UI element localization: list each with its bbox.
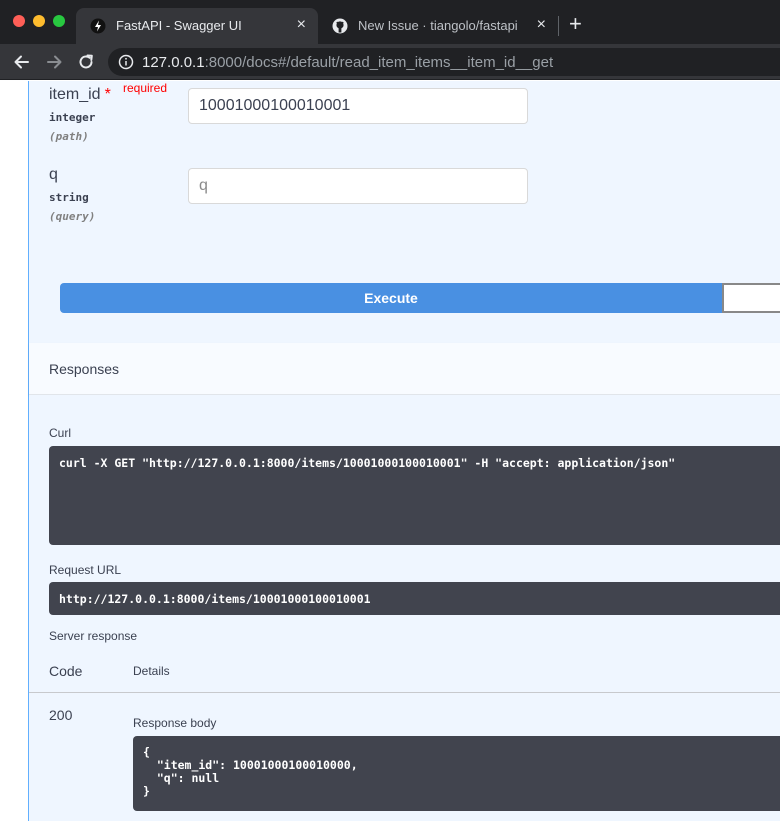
swagger-page: item_id* required integer (path) q strin… <box>0 81 780 821</box>
close-window-button[interactable] <box>13 15 25 27</box>
code-column-header: Code <box>49 663 83 679</box>
operation-block: item_id* required integer (path) q strin… <box>28 81 780 821</box>
param-name-item-id: item_id * required <box>49 81 167 104</box>
execute-button[interactable]: Execute <box>60 283 722 313</box>
item-id-input[interactable] <box>188 88 528 124</box>
minimize-window-button[interactable] <box>33 15 45 27</box>
responses-header: Responses <box>29 343 780 395</box>
param-type-item-id: integer <box>49 111 96 124</box>
new-tab-button[interactable]: + <box>569 13 582 35</box>
browser-toolbar: 127.0.0.1:8000/docs#/default/read_item_i… <box>0 44 780 80</box>
param-in-item-id: (path) <box>49 130 89 143</box>
tab-title: FastAPI - Swagger UI <box>116 18 242 33</box>
tab-title: New Issue · tiangolo/fastapi <box>358 18 518 33</box>
curl-label: Curl <box>49 426 72 440</box>
request-url-code-block: http://127.0.0.1:8000/items/100010001000… <box>49 582 780 615</box>
fastapi-favicon-icon <box>90 18 106 34</box>
url-text: 127.0.0.1:8000/docs#/default/read_item_i… <box>142 54 553 71</box>
response-body-code-block: { "item_id": 10001000100010000, "q": nul… <box>133 736 780 811</box>
forward-arrow-icon[interactable] <box>44 52 64 72</box>
tab-new-issue[interactable]: New Issue · tiangolo/fastapi × <box>318 8 558 44</box>
github-favicon-icon <box>332 18 348 34</box>
server-response-label: Server response <box>49 629 138 643</box>
back-arrow-icon[interactable] <box>12 52 32 72</box>
tab-separator <box>558 16 559 36</box>
responses-title: Responses <box>49 361 120 377</box>
info-icon[interactable] <box>118 54 134 70</box>
param-name-text: item_id <box>49 86 101 103</box>
tab-fastapi-swagger[interactable]: FastAPI - Swagger UI × <box>76 8 318 44</box>
tab-close-icon[interactable]: × <box>297 16 306 34</box>
tab-close-icon[interactable]: × <box>537 16 546 34</box>
request-url-label: Request URL <box>49 563 122 577</box>
q-input[interactable] <box>188 168 528 204</box>
status-code: 200 <box>49 707 73 723</box>
param-in-q: (query) <box>49 210 96 223</box>
required-star: * <box>104 86 111 103</box>
response-body-label: Response body <box>133 716 217 730</box>
maximize-window-button[interactable] <box>53 15 65 27</box>
address-bar[interactable]: 127.0.0.1:8000/docs#/default/read_item_i… <box>108 48 780 76</box>
param-name-q: q <box>49 166 58 183</box>
param-type-q: string <box>49 191 89 204</box>
curl-code-block: curl -X GET "http://127.0.0.1:8000/items… <box>49 446 780 545</box>
required-label: required <box>123 81 168 95</box>
reload-icon[interactable] <box>76 52 96 72</box>
clear-button[interactable] <box>722 283 780 313</box>
table-divider <box>29 692 780 693</box>
browser-tab-bar: FastAPI - Swagger UI × New Issue · tiang… <box>0 0 780 44</box>
responses-body: Curl curl -X GET "http://127.0.0.1:8000/… <box>29 395 780 821</box>
url-host: 127.0.0.1 <box>142 54 205 71</box>
url-path: :8000/docs#/default/read_item_items__ite… <box>204 54 554 71</box>
details-column-header: Details <box>133 664 170 678</box>
